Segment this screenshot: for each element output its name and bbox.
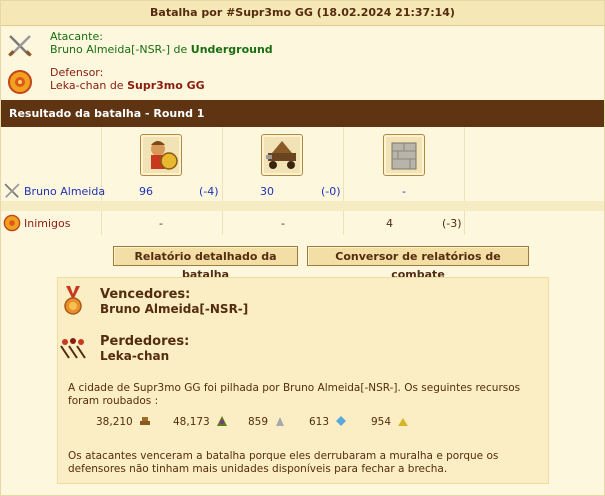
resource-wood-amount: 38,210 [96,416,133,428]
hoplite-unit-icon[interactable] [140,134,182,176]
battle-outcome-reason: Os atacantes venceram a batalha porque e… [68,450,499,475]
resource-marble: 859 [248,416,286,428]
attacker-ram-loss: (-0) [321,185,341,198]
unit-icons-row [1,127,604,181]
resource-wood: 38,210 [96,416,151,428]
attacker-hoplite-count: 96 [139,185,153,198]
crossed-swords-icon [8,35,32,57]
attacker-row-name-link[interactable]: Bruno Almeida [24,185,105,198]
crystal-icon [336,416,347,426]
medal-icon [64,286,82,315]
attacker-wall-count: - [402,185,406,198]
attacker-ram-count: 30 [260,185,274,198]
defender-line: Leka-chan de Supr3mo GG [50,79,205,92]
attacker-label: Atacante: [50,30,103,43]
resource-wine: 48,173 [173,416,228,428]
winners-label: Vencedores: [100,287,191,302]
ram-unit-icon[interactable] [261,134,303,176]
crossed-swords-icon [4,183,20,198]
wall-unit-icon[interactable] [383,134,425,176]
loot-description: A cidade de Supr3mo GG foi pilhada por B… [68,382,521,407]
shield-icon [8,70,32,94]
resource-wine-amount: 48,173 [173,416,210,428]
sulfur-icon [398,418,409,426]
resource-crystal: 613 [309,416,347,428]
fallen-soldiers-icon [60,338,86,359]
battle-summary: Vencedores: Bruno Almeida[-NSR-] Perdedo… [57,277,549,484]
losers-label: Perdedores: [100,334,190,349]
report-title: Batalha por #Supr3mo GG (18.02.2024 21:3… [1,1,604,26]
battle-result-header: Resultado da batalha - Round 1 [1,100,604,127]
winners-name: Bruno Almeida[-NSR-] [100,302,249,316]
defender-hoplite-count: - [159,217,163,230]
resource-marble-amount: 859 [248,416,269,428]
defender-connector: de [109,79,124,92]
wood-icon [140,417,151,425]
defender-units-row: Inimigos - - 4 (-3) [1,211,604,235]
attacker-line: Bruno Almeida[-NSR-] de Underground [50,43,273,56]
resource-crystal-amount: 613 [309,416,330,428]
defender-row-name: Inimigos [24,217,71,230]
battle-report: Batalha por #Supr3mo GG (18.02.2024 21:3… [0,0,605,496]
row-spacer [1,201,604,211]
defender-ram-count: - [281,217,285,230]
marble-icon [276,417,285,426]
defender-player-link[interactable]: Leka-chan [50,79,106,92]
detailed-report-button[interactable]: Relatório detalhado da batalha [113,246,298,281]
losers-name: Leka-chan [100,349,170,363]
resource-sulfur: 954 [371,416,409,428]
attacker-connector: de [173,43,188,56]
report-converter-button[interactable]: Conversor de relatórios de combate [307,246,529,281]
attacker-units-row: Bruno Almeida 96 (-4) 30 (-0) - [1,181,604,201]
attacker-player-link[interactable]: Bruno Almeida[-NSR-] [50,43,170,56]
resource-sulfur-amount: 954 [371,416,392,428]
defender-label: Defensor: [50,66,104,79]
attacker-city-link[interactable]: Underground [191,43,273,56]
defender-wall-count: 4 [386,217,393,230]
shield-icon [3,214,21,232]
attacker-hoplite-loss: (-4) [199,185,219,198]
wine-icon [217,416,228,426]
defender-city-link[interactable]: Supr3mo GG [127,79,205,92]
defender-wall-loss: (-3) [442,217,462,230]
